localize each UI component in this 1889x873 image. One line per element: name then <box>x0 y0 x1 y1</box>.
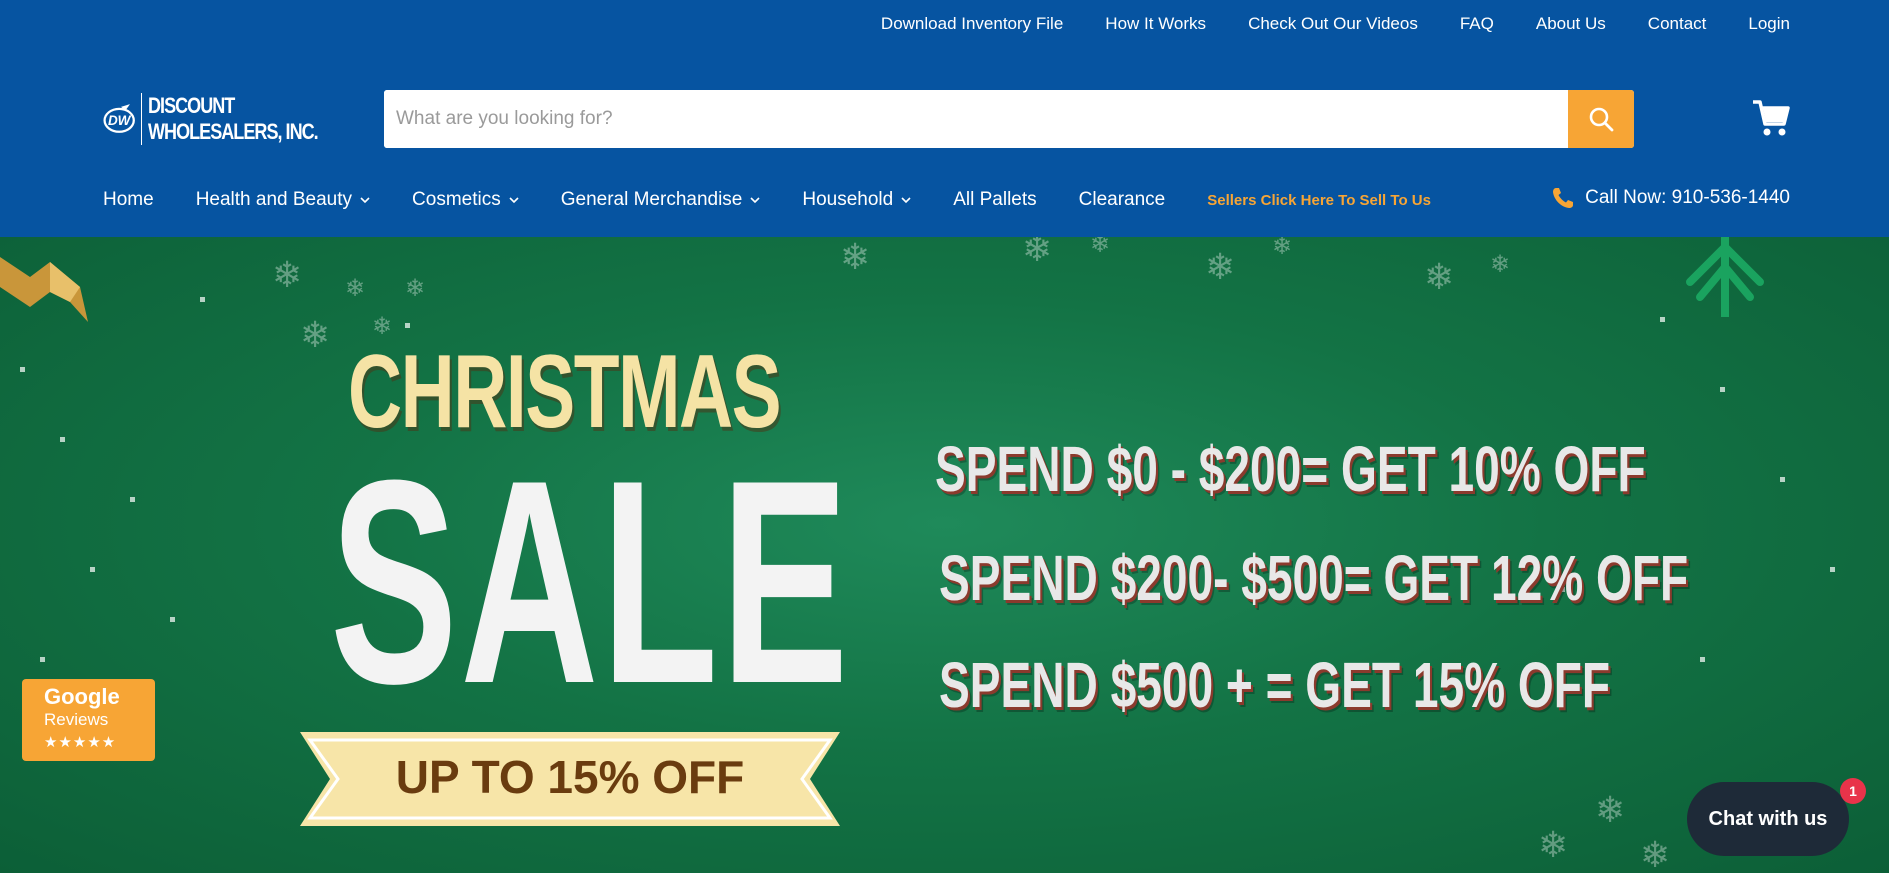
snowflake-icon: ❄ <box>272 254 303 295</box>
logo-line-2: WHOLESALERS, INC. <box>148 119 319 144</box>
nav-health-and-beauty-label: Health and Beauty <box>195 189 353 210</box>
site-header: Download Inventory File How It Works Che… <box>0 0 1889 237</box>
util-link-videos[interactable]: Check Out Our Videos <box>1248 14 1418 34</box>
util-link-faq[interactable]: FAQ <box>1460 14 1494 34</box>
confetti-dot <box>1720 387 1725 392</box>
confetti-dot <box>1700 657 1705 662</box>
main-nav: Home Health and Beauty Cosmetics General… <box>103 186 1473 214</box>
cart-button[interactable] <box>1752 98 1790 138</box>
nav-general-merchandise-label: General Merchandise <box>560 189 743 210</box>
confetti-dot <box>1780 477 1785 482</box>
pine-branch-decoration-icon <box>1686 237 1764 317</box>
nav-cosmetics-label: Cosmetics <box>412 189 501 210</box>
logo-initials: DW <box>108 113 132 128</box>
chat-with-us-button[interactable]: Chat with us <box>1687 782 1849 856</box>
snowflake-icon: ❄ <box>1424 256 1455 297</box>
offer-tier-2: SPEND $200- $500= GET 12% OFF <box>939 542 1689 614</box>
offer-tier-3: SPEND $500 + = GET 15% OFF <box>939 649 1610 721</box>
snowflake-icon: ❄ <box>1538 824 1569 865</box>
chevron-down-icon <box>901 197 911 204</box>
nav-sellers-link[interactable]: Sellers Click Here To Sell To Us <box>1207 192 1431 209</box>
chat-notification-badge: 1 <box>1840 778 1866 804</box>
nav-health-and-beauty[interactable]: Health and Beauty <box>196 189 370 211</box>
snowflake-icon: ❄ <box>1090 237 1111 258</box>
util-link-download-inventory[interactable]: Download Inventory File <box>881 14 1063 34</box>
snowflake-icon: ❄ <box>1022 237 1053 269</box>
site-logo[interactable]: DW DISCOUNT WHOLESALERS, INC. <box>103 86 355 152</box>
banner-ribbon-text: UP TO 15% OFF <box>395 751 745 803</box>
utility-nav: Download Inventory File How It Works Che… <box>881 14 1790 34</box>
cart-icon <box>1753 100 1790 136</box>
search-button[interactable] <box>1568 90 1634 148</box>
confetti-dot <box>130 497 135 502</box>
chevron-down-icon <box>360 197 370 204</box>
call-now-label: Call Now: 910-536-1440 <box>1585 187 1790 208</box>
snowflake-icon: ❄ <box>300 314 331 355</box>
snowflake-icon: ❄ <box>1640 834 1671 873</box>
snowflake-icon: ❄ <box>840 237 871 277</box>
logo-line-1: DISCOUNT <box>148 93 235 118</box>
confetti-dot <box>1830 567 1835 572</box>
confetti-dot <box>20 367 25 372</box>
util-link-how-it-works[interactable]: How It Works <box>1105 14 1206 34</box>
nav-household-label: Household <box>802 189 894 210</box>
confetti-dot <box>200 297 205 302</box>
confetti-dot <box>60 437 65 442</box>
search-input[interactable] <box>384 90 1568 148</box>
snowflake-icon: ❄ <box>405 275 426 302</box>
gold-ribbon-decoration-icon <box>0 257 88 322</box>
snowflake-icon: ❄ <box>1490 251 1511 278</box>
snowflake-icon: ❄ <box>345 275 366 302</box>
nav-all-pallets[interactable]: All Pallets <box>953 189 1036 211</box>
logo-divider <box>141 93 143 145</box>
snowflake-icon: ❄ <box>1595 789 1626 830</box>
google-reviews-title: Google <box>44 684 120 709</box>
nav-clearance-label: Clearance <box>1078 189 1166 210</box>
confetti-dot <box>90 567 95 572</box>
confetti-dot <box>1660 317 1665 322</box>
logo-mark-icon: DW <box>103 104 135 133</box>
confetti-dot <box>170 617 175 622</box>
nav-home-label: Home <box>103 189 154 210</box>
nav-household[interactable]: Household <box>802 189 911 211</box>
confetti-dot <box>40 657 45 662</box>
snowflake-icon: ❄ <box>1272 237 1293 260</box>
banner-sale-text: SALE <box>330 420 852 744</box>
phone-icon <box>1553 188 1574 208</box>
nav-cosmetics[interactable]: Cosmetics <box>412 189 519 211</box>
christmas-sale-banner[interactable]: ❄ ❄ ❄ ❄ ❄ ❄ ❄ ❄ ❄ ❄ ❄ ❄ ❄ ❄ ❄ CHRISTMAS … <box>0 237 1889 873</box>
nav-all-pallets-label: All Pallets <box>953 189 1037 210</box>
call-now-link[interactable]: Call Now: 910-536-1440 <box>1551 186 1790 210</box>
google-reviews-badge[interactable]: Google Reviews ★★★★★ <box>22 679 155 761</box>
snowflake-icon: ❄ <box>1205 246 1236 287</box>
google-reviews-subtitle: Reviews <box>44 710 109 730</box>
star-rating-icon: ★★★★★ <box>44 734 117 752</box>
util-link-login[interactable]: Login <box>1748 14 1790 34</box>
nav-home[interactable]: Home <box>103 189 154 211</box>
search-bar <box>384 90 1634 148</box>
util-link-about-us[interactable]: About Us <box>1536 14 1606 34</box>
chevron-down-icon <box>750 197 760 204</box>
chat-label: Chat with us <box>1708 807 1828 830</box>
search-icon <box>1589 107 1614 132</box>
chevron-down-icon <box>509 197 519 204</box>
logo-text: DISCOUNT WHOLESALERS, INC. <box>148 93 319 145</box>
nav-clearance[interactable]: Clearance <box>1079 189 1166 211</box>
nav-general-merchandise[interactable]: General Merchandise <box>561 189 761 211</box>
util-link-contact[interactable]: Contact <box>1648 14 1707 34</box>
offer-tier-1: SPEND $0 - $200= GET 10% OFF <box>935 433 1646 505</box>
confetti-dot <box>405 323 410 328</box>
